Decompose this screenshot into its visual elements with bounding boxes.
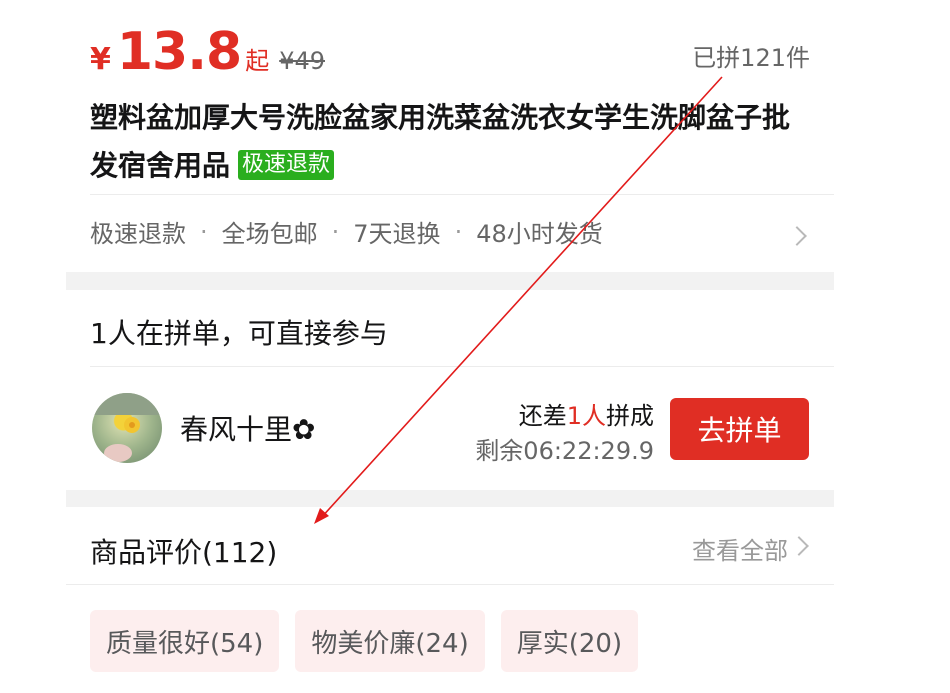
separator-dot: ·: [200, 217, 208, 246]
divider: [90, 194, 834, 195]
review-tag-chip[interactable]: 厚实(20): [500, 610, 639, 672]
review-tag-chip[interactable]: 质量很好(54): [90, 610, 280, 672]
group-buy-card: 1人在拼单，可直接参与 春风十里✿ 还差1人拼成 剩余06:22:29.9 去拼…: [66, 290, 834, 490]
group-need-text: 还差1人拼成: [519, 396, 654, 431]
chevron-right-icon[interactable]: [787, 226, 807, 246]
review-tag-list: 质量很好(54) 物美价廉(24) 厚实(20): [90, 610, 654, 672]
service-item: 48小时发货: [476, 220, 603, 248]
separator-dot: ·: [454, 217, 463, 246]
view-all-reviews-link[interactable]: 查看全部: [692, 531, 788, 566]
avatar: [92, 393, 162, 463]
group-user-name: 春风十里✿: [180, 413, 316, 446]
service-item: 7天退换: [353, 220, 441, 248]
need-prefix: 还差: [518, 402, 567, 430]
need-suffix: 拼成: [606, 402, 654, 430]
review-tag-chip[interactable]: 物美价廉(24): [295, 610, 485, 672]
avatar-image-icon: [92, 393, 162, 462]
chevron-right-icon[interactable]: [789, 536, 809, 556]
currency-symbol: ¥: [90, 42, 111, 77]
product-title: 塑料盆加厚大号洗脸盆家用洗菜盆洗衣女学生洗脚盆子批发宿舍用品 极速退款: [90, 94, 816, 190]
service-row[interactable]: 极速退款 · 全场包邮 · 7天退换 · 48小时发货: [90, 214, 603, 249]
service-item: 极速退款: [90, 220, 186, 248]
price-row: ¥ 13.8 起 ¥49: [90, 22, 325, 82]
divider: [90, 366, 834, 367]
product-page: ¥ 13.8 起 ¥49 已拼121件 塑料盆加厚大号洗脸盆家用洗菜盆洗衣女学生…: [66, 0, 834, 693]
group-header: 1人在拼单，可直接参与: [90, 317, 388, 350]
left-gutter: [0, 0, 66, 693]
original-price: ¥49: [279, 47, 325, 75]
price-card: ¥ 13.8 起 ¥49 已拼121件 塑料盆加厚大号洗脸盆家用洗菜盆洗衣女学生…: [66, 0, 834, 272]
reviews-title: 商品评价(112): [90, 536, 278, 569]
join-group-button[interactable]: 去拼单: [670, 398, 809, 460]
right-gutter: [834, 0, 950, 693]
divider: [66, 584, 834, 585]
separator-dot: ·: [331, 217, 340, 246]
sold-count: 已拼121件: [692, 44, 810, 72]
need-count: 1人: [566, 402, 606, 430]
service-item: 全场包邮: [221, 220, 318, 248]
group-price: 13.8: [116, 22, 242, 82]
fast-refund-tag: 极速退款: [238, 150, 335, 180]
reviews-card: 商品评价(112) 查看全部 质量很好(54) 物美价廉(24) 厚实(20): [66, 507, 834, 693]
product-title-text: 塑料盆加厚大号洗脸盆家用洗菜盆洗衣女学生洗脚盆子批发宿舍用品: [90, 101, 791, 182]
countdown-timer: 剩余06:22:29.9: [475, 437, 654, 465]
price-suffix: 起: [245, 47, 270, 75]
